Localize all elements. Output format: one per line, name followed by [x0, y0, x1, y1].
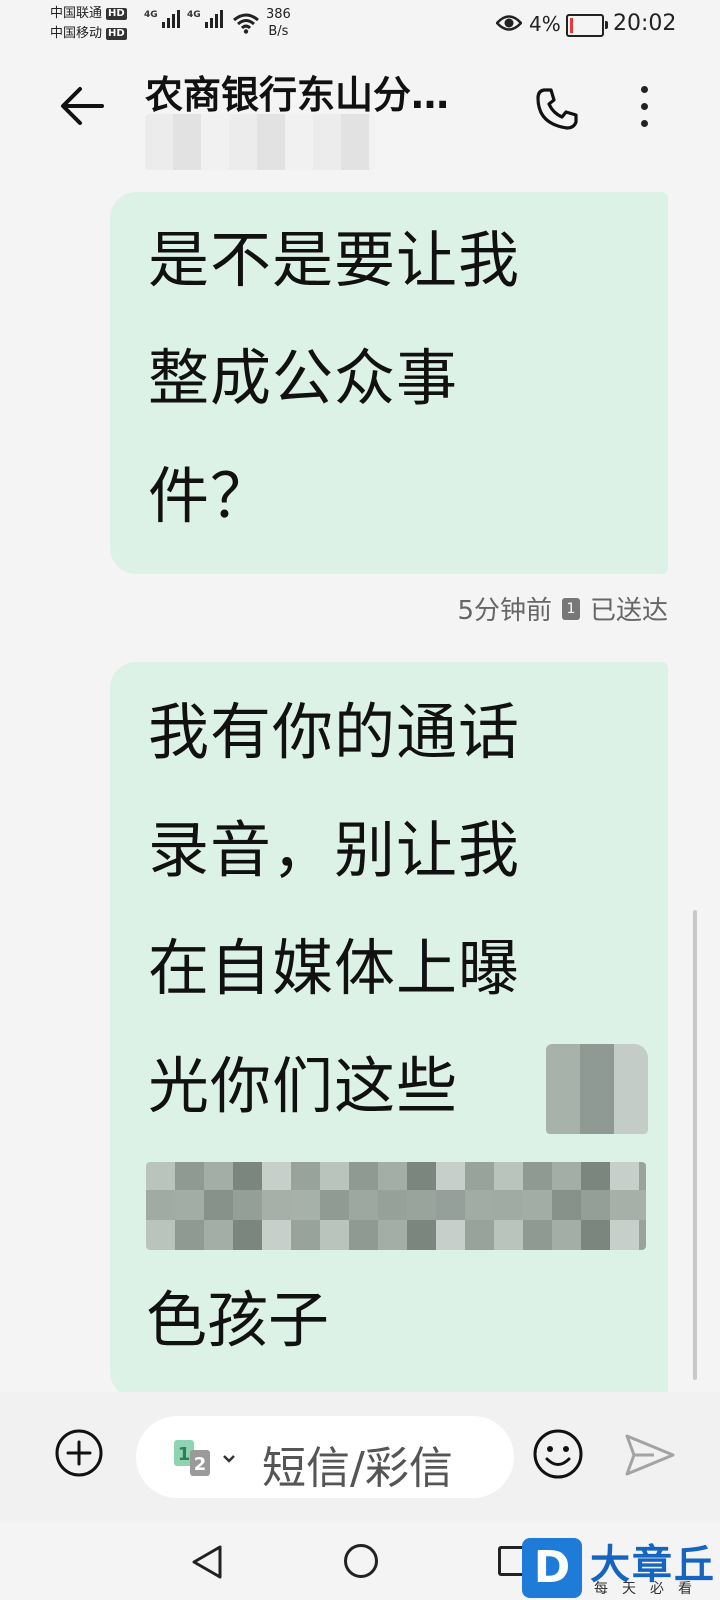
- eye-comfort-icon: [496, 15, 522, 31]
- emoji-icon[interactable]: [532, 1428, 584, 1480]
- carrier-info: 中国联通 HD 中国移动 HD: [50, 4, 127, 44]
- watermark-slogan: 每天必看: [594, 1581, 706, 1597]
- conversation-header: 农商银行东山分…: [0, 50, 720, 180]
- signal-2-icon: 4G: [187, 10, 223, 28]
- status-bar: 中国联通 HD 中国移动 HD 4G 4G 386 B/s 4% 20:02: [0, 0, 720, 50]
- add-attachment-icon[interactable]: [54, 1428, 104, 1478]
- wifi-icon: [233, 13, 259, 34]
- svg-text:2: 2: [194, 1454, 207, 1475]
- svg-text:1: 1: [178, 1444, 191, 1465]
- blurred-phone-number: [145, 114, 375, 170]
- message-bubble[interactable]: 我有你的通话 录音，别让我 在自媒体上曝 光你们这些 色孩子: [110, 662, 668, 1398]
- message-input[interactable]: 1 2 短信/彩信: [136, 1416, 514, 1498]
- nav-home-icon[interactable]: [344, 1544, 378, 1578]
- watermark: D 大章丘 每天必看: [518, 1532, 720, 1600]
- carrier-2-label: 中国移动: [50, 26, 103, 41]
- scrollbar[interactable]: [693, 910, 697, 1380]
- battery-icon: [566, 14, 608, 37]
- more-vertical-icon[interactable]: [638, 86, 650, 132]
- network-speed: 386 B/s: [266, 7, 291, 39]
- input-placeholder: 短信/彩信: [262, 1443, 453, 1494]
- sim-card-icon: 1: [561, 597, 580, 620]
- arrow-left-icon[interactable]: [56, 80, 108, 132]
- sim-select-icon[interactable]: 1 2: [172, 1436, 242, 1480]
- watermark-logo: D: [522, 1538, 582, 1598]
- composer-bar: 1 2 短信/彩信: [0, 1392, 720, 1522]
- message-text: 是不是要让我 整成公众事 件？: [148, 225, 521, 532]
- phone-icon[interactable]: [534, 86, 580, 132]
- carrier-1-label: 中国联通: [50, 6, 103, 21]
- status-time: 20:02: [613, 11, 677, 36]
- hd-badge: HD: [106, 8, 127, 20]
- message-text-tail: 色孩子: [146, 1285, 330, 1356]
- send-icon[interactable]: [624, 1432, 676, 1478]
- pixelated-redaction: [146, 1162, 646, 1250]
- nav-back-icon[interactable]: [190, 1544, 224, 1580]
- message-time: 5分钟前: [457, 596, 552, 626]
- pixelated-redaction: [546, 1044, 648, 1134]
- message-meta: 5分钟前 1 已送达: [457, 590, 668, 627]
- signal-1-icon: 4G: [144, 10, 180, 28]
- hd-badge: HD: [106, 28, 127, 40]
- message-bubble[interactable]: 是不是要让我 整成公众事 件？: [110, 192, 668, 574]
- delivery-status: 已送达: [589, 596, 668, 626]
- battery-percent: 4%: [529, 12, 561, 36]
- contact-title[interactable]: 农商银行东山分…: [145, 64, 449, 119]
